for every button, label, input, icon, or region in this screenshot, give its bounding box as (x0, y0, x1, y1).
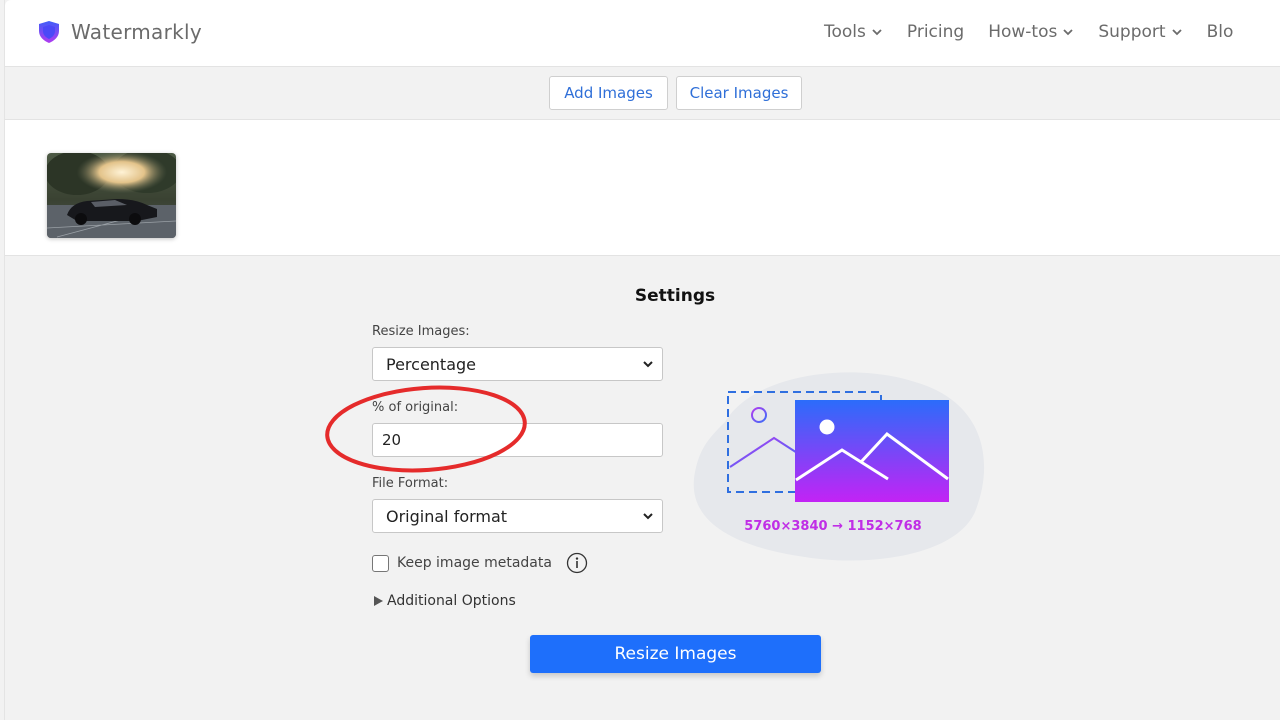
percent-input[interactable] (372, 423, 663, 457)
nav-support-label: Support (1098, 22, 1166, 42)
nav-blog[interactable]: Blo (1207, 22, 1234, 42)
resize-mode-value: Percentage (386, 354, 477, 374)
brand-name: Watermarkly (71, 20, 203, 44)
nav-pricing-label: Pricing (906, 22, 965, 42)
clear-images-button[interactable]: Clear Images (676, 76, 802, 110)
file-format-label: File Format: (372, 476, 449, 491)
image-gallery (5, 120, 1280, 256)
nav-pricing[interactable]: Pricing (907, 22, 964, 42)
keep-metadata-checkbox[interactable] (372, 554, 389, 572)
keep-metadata-row: Keep image metadata (372, 552, 588, 574)
nav-tools-label: Tools (824, 22, 866, 42)
add-images-button[interactable]: Add Images (549, 76, 668, 110)
disclosure-triangle-icon (374, 596, 383, 606)
chevron-down-icon (643, 513, 653, 520)
settings-title: Settings (634, 286, 716, 306)
dimensions-preview: 5760×3840 → 1152×768 (744, 519, 922, 534)
main-nav: Tools Pricing How-tos Support Blo (824, 22, 1233, 42)
file-format-value: Original format (386, 506, 508, 526)
chevron-down-icon (1063, 29, 1073, 36)
additional-options-toggle[interactable]: Additional Options (374, 593, 516, 609)
resize-mode-select[interactable]: Percentage (372, 347, 663, 381)
nav-support[interactable]: Support (1098, 22, 1182, 42)
car-photo (47, 153, 176, 238)
navbar: Watermarkly Tools Pricing How-tos Suppor… (5, 0, 1280, 67)
image-toolbar: Add Images Clear Images (5, 67, 1280, 120)
resize-images-button[interactable]: Resize Images (530, 635, 821, 673)
chevron-down-icon (643, 361, 653, 368)
percent-label: % of original: (372, 400, 459, 415)
chevron-down-icon (872, 29, 882, 36)
nav-how-tos-label: How-tos (988, 22, 1058, 42)
shield-logo-icon (39, 21, 59, 43)
page: Watermarkly Tools Pricing How-tos Suppor… (4, 0, 1280, 720)
nav-tools[interactable]: Tools (824, 22, 883, 42)
file-format-select[interactable]: Original format (372, 499, 663, 533)
settings-panel: Settings Resize Images: Percentage % of … (5, 256, 1280, 720)
image-thumbnail[interactable] (47, 153, 176, 238)
info-icon[interactable] (566, 552, 588, 574)
keep-metadata-label[interactable]: Keep image metadata (397, 555, 552, 571)
resize-illustration (693, 372, 985, 561)
nav-how-tos[interactable]: How-tos (988, 22, 1074, 42)
brand-link[interactable]: Watermarkly (37, 20, 202, 44)
nav-blog-label: Blo (1206, 22, 1234, 42)
resize-mode-label: Resize Images: (372, 324, 470, 339)
chevron-down-icon (1171, 29, 1182, 36)
additional-options-label: Additional Options (387, 593, 516, 609)
